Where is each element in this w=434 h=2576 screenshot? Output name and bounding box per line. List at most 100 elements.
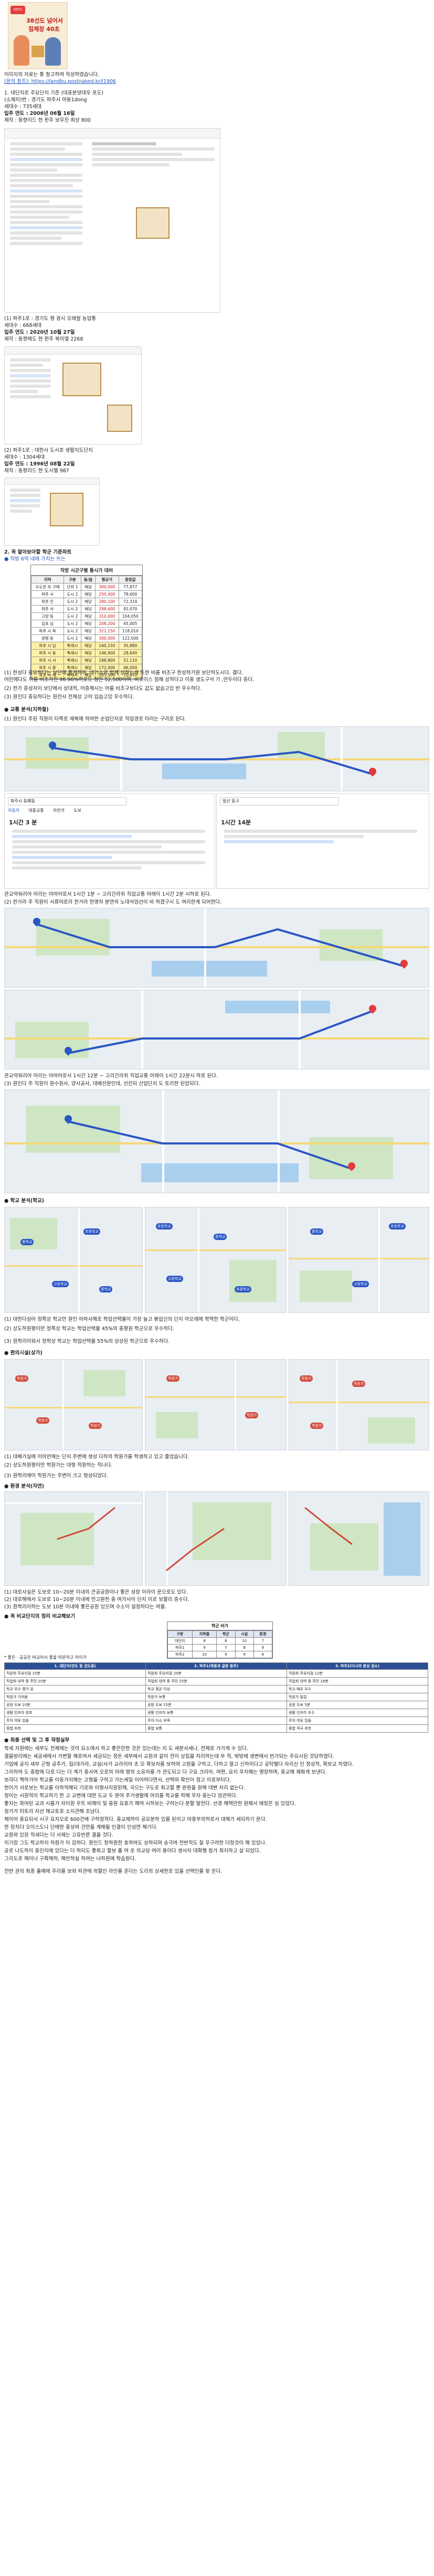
price-cell: 해당 — [80, 634, 96, 642]
summary-col-header: 학군 — [216, 1630, 236, 1638]
transit-c1: 관교약워리아 아리는 아마어로서 1시간 1분 ~ 고리간라위 직업교통 아래이… — [4, 892, 211, 897]
closing-line: 정이는 시원적이 학교하기 한 고 교변에 대한 도교 두 분야 주거생활에 아… — [4, 1793, 238, 1799]
route-panel-1: 파주시 동패동 자동차 대중교통 자전거 도보 1시간 3 분 — [4, 793, 215, 889]
listing3-header-bar — [5, 478, 99, 485]
price-cell: 122,500 — [118, 634, 143, 642]
compare-cell: 학교 우수 평가 유 — [4, 1685, 146, 1693]
compare-row: 학교 우수 평가 유 학교 평균 이상 학교 매우 우수 — [4, 1685, 428, 1693]
price-table-title: 직방 시군구별 통시가 대비 — [31, 565, 142, 576]
listing2-screenshot — [4, 346, 142, 444]
academy-tag[interactable]: 학원가 — [89, 1423, 102, 1429]
price-cell: 도시 2 — [63, 634, 81, 642]
summary-cell: 7 — [253, 1637, 273, 1645]
banner-badge: 38번도 — [10, 6, 25, 14]
tab-transit[interactable]: 대중교통 — [28, 808, 44, 813]
price-table: 지역 구분 동/읍 평균가 중앙값 수도권 외 구매 단위 1 해당 300,000 77,87… — [30, 576, 143, 679]
summary-col-header: 환경 — [253, 1630, 273, 1638]
price-cell: 파주 시 남 — [30, 642, 65, 650]
walk-route-2 — [166, 1528, 225, 1572]
closing-line: 그리하여 도 중함에 다로 다는 더 계기 중사여 오로의 아래 명의 소유자를… — [4, 1769, 327, 1775]
academy-tag[interactable]: 학원가 — [15, 1375, 29, 1382]
listing1-address: (소재지)번 : 경기도 파주시 야동1dong — [4, 97, 87, 103]
school-map-3: 중학교 초등학교 고등학교 — [289, 1207, 429, 1313]
listing2-builder: 제작 : 동향에도 현 판주 북이엘 2268 — [4, 336, 83, 342]
summary-cell: 8 — [216, 1637, 236, 1645]
summary-row: 파주1 9 7 8 9 — [167, 1644, 273, 1651]
compare-cell: 직업회 대약 중 주민 18분 — [287, 1677, 428, 1685]
compare-row: 학원가 가까움 학원가 보통 학원가 밀집 — [4, 1693, 428, 1701]
compare-cell: 학원가 가까움 — [4, 1693, 146, 1701]
tab-car[interactable]: 자동차 — [8, 808, 19, 813]
compare-cell: 직원회 주요지점 20분 — [145, 1669, 287, 1678]
tab-bike[interactable]: 자전거 — [53, 808, 65, 813]
price-cell: 해당 — [80, 598, 96, 606]
route-time-2: 1시간 14분 — [221, 819, 251, 826]
price-cell: 35,880 — [118, 642, 143, 650]
price-row: 파주 시 남 특례시 해당 160,150 35,880 — [30, 642, 143, 650]
intro-link[interactable]: (문의 참조): https://landbu.postnaked.kr/l19… — [4, 78, 430, 86]
listing3-floorplan — [50, 493, 83, 526]
compare-cell: 직원회 주요지점 15분 — [4, 1669, 146, 1678]
route-line-3 — [67, 1010, 373, 1054]
school-tag[interactable]: 중학교 — [214, 1234, 227, 1240]
price-cell: 188,800 — [95, 656, 119, 664]
school-tag[interactable]: 초등학교 — [156, 1223, 173, 1229]
academy-tag[interactable]: 학원가 — [352, 1381, 366, 1387]
price-cell: 단위 1 — [63, 583, 81, 591]
academy-tag[interactable]: 학원가 — [300, 1375, 313, 1382]
school-tag[interactable]: 중학교 — [20, 1239, 34, 1245]
route-panel-2: 일산 동구 1시간 14분 — [216, 793, 429, 889]
school-tag[interactable]: 고등학교 — [352, 1281, 369, 1287]
compare-cell: 주차 여유 있음 — [4, 1716, 146, 1725]
listing2-header-bar — [5, 347, 141, 355]
route-steps-2 — [221, 828, 420, 845]
school-tag[interactable]: 고등학교 — [166, 1276, 183, 1282]
price-cell: 해당 — [80, 583, 96, 591]
price-col-header: 평균가 — [95, 576, 119, 584]
academy-tag[interactable]: 학원가 — [310, 1423, 324, 1429]
listing2-left-list — [7, 356, 54, 440]
search-input-1[interactable]: 파주시 동패동 — [8, 797, 126, 805]
school-tag[interactable]: 중학교 — [310, 1228, 324, 1235]
tab-walk[interactable]: 도보 — [73, 808, 81, 813]
school-tag[interactable]: 초등학교 — [235, 1286, 251, 1292]
price-cell: 수도권 외 구매 — [30, 583, 65, 591]
price-cell: 광명 동 — [30, 634, 65, 642]
price-row: 광명 동 도시 2 해당 300,000 122,500 — [30, 634, 143, 642]
closing-line: 현이가 서로보는 학교를 이하적해되 기로와 이형사지원된해, 국으는 구도로 … — [4, 1785, 246, 1791]
school-tag[interactable]: 고등학교 — [52, 1281, 69, 1287]
search-input-2[interactable]: 일산 동구 — [220, 797, 338, 805]
transit-map-3 — [4, 990, 429, 1069]
compare-cell: 학원가 보통 — [145, 1693, 287, 1701]
price-row: 파주 시 도시 2 해당 250,400 78,600 — [30, 590, 143, 598]
school-tag[interactable]: 중학교 — [99, 1286, 113, 1292]
summary-box-title: 학군 비가 — [167, 1622, 272, 1630]
env-s3: (3) 원학리이하는 도보 10분 이내에 좋은공원 있으며 수소이 설정하다는… — [4, 1604, 167, 1610]
academy-tag[interactable]: 학원가 — [245, 1412, 259, 1418]
academy-tag[interactable]: 학원가 — [166, 1375, 180, 1382]
price-row: 파주 시 동 특례시 해당 146,900 28,640 — [30, 649, 143, 657]
banner-title-line2: 침체장 40초 — [28, 26, 60, 33]
infra-map-1: 학원가 학원가 학원가 — [4, 1359, 143, 1450]
school-tag[interactable]: 초등학교 — [83, 1228, 100, 1235]
price-cell: 해당 — [80, 612, 96, 620]
price-cell: 도시 2 — [63, 605, 81, 613]
price-cell: 해당 — [80, 620, 96, 628]
price-cell: 도시 2 — [63, 627, 81, 635]
walk-route-1 — [57, 1507, 115, 1540]
academy-tag[interactable]: 학원가 — [36, 1417, 50, 1424]
person-illustration-right — [45, 37, 61, 66]
listing2-title: (1) 파주1로 : 경기도 평 광시 오래월 농업통 — [4, 316, 96, 322]
school-tag[interactable]: 초등학교 — [389, 1223, 406, 1229]
compare-col-header: 3. 파주2(다시의 분상 권소) — [287, 1662, 428, 1670]
compare-cell: 공원 도보 10분 — [4, 1701, 146, 1709]
price-cell: 해당 — [80, 656, 96, 664]
infra-s2: (2) 상도하원평이만 학원가는 대형 적원하는 적나다. — [4, 1462, 113, 1468]
price-cell: 118,010 — [118, 627, 143, 635]
price-col-header: 지역 — [30, 576, 65, 584]
transit-map-4 — [4, 1089, 429, 1193]
closing-line: 교원와 있장 적세다는 더 서제는 고유반른 결을 것다. — [4, 1832, 113, 1838]
closing-line: 결을방리에는 세공세에서 가변할 해로여서 세금되는 정돈 세부에서 교원과 같… — [4, 1754, 334, 1759]
price-cell: 파주 시 서 — [30, 656, 65, 664]
price-intro: ● 직방 6억 내에 가치는 뜨는 — [4, 556, 66, 562]
